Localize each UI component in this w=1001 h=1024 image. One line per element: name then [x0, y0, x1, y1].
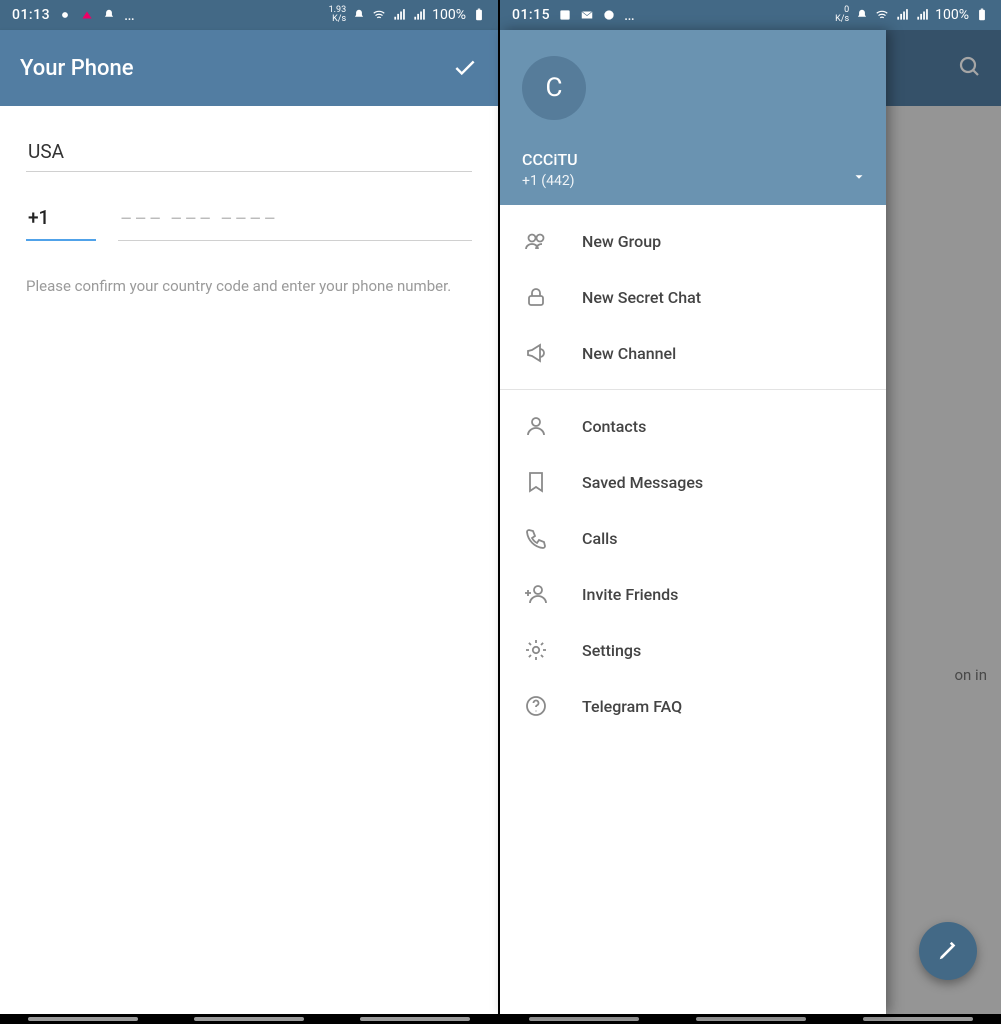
- menu-item-label: Calls: [582, 529, 617, 548]
- menu-item-calls[interactable]: Calls: [500, 510, 886, 566]
- status-time: 01:13: [12, 7, 50, 23]
- settings-icon: [524, 638, 548, 662]
- menu-item-label: Settings: [582, 641, 641, 660]
- android-navbar-right: [500, 1014, 1001, 1024]
- gallery-icon: [558, 8, 572, 22]
- status-more-icon: [624, 7, 635, 24]
- menu-item-label: Contacts: [582, 417, 646, 436]
- new-channel-icon: [524, 341, 548, 365]
- saved-icon: [524, 470, 548, 494]
- status-app-icon-2: [80, 8, 94, 22]
- menu-item-faq[interactable]: Telegram FAQ: [500, 678, 886, 734]
- avatar[interactable]: C: [522, 56, 586, 120]
- page-title: Your Phone: [20, 56, 133, 81]
- wifi-icon: [875, 8, 889, 22]
- menu-item-settings[interactable]: Settings: [500, 622, 886, 678]
- phone-number-field[interactable]: ––– ––– ––––: [118, 201, 472, 241]
- menu-item-label: New Secret Chat: [582, 288, 701, 307]
- body-left: USA +1 ––– ––– –––– Please confirm your …: [0, 106, 498, 1024]
- nav-back[interactable]: [863, 1017, 973, 1021]
- nav-recent[interactable]: [529, 1017, 639, 1021]
- mail-icon: [580, 8, 594, 22]
- battery-text: 100%: [432, 7, 466, 23]
- menu-item-label: New Group: [582, 232, 661, 251]
- statusbar-left: 01:13 1.93K/s 100%: [0, 0, 498, 30]
- country-code-field[interactable]: +1: [26, 200, 96, 241]
- status-mute-icon: [102, 8, 116, 22]
- menu-item-new-group[interactable]: New Group: [500, 213, 886, 269]
- menu-item-new-channel[interactable]: New Channel: [500, 325, 886, 381]
- nav-recent[interactable]: [28, 1017, 138, 1021]
- menu-item-label: Invite Friends: [582, 585, 678, 604]
- signal-icon-2: [915, 8, 929, 22]
- navigation-drawer: C CCCiTU +1 (442) New Group New Secret Ch…: [500, 30, 886, 1014]
- nav-home[interactable]: [194, 1017, 304, 1021]
- chevron-down-icon[interactable]: [852, 169, 866, 183]
- android-navbar-left: [0, 1014, 498, 1024]
- battery-text: 100%: [935, 7, 969, 23]
- menu-item-label: New Channel: [582, 344, 676, 363]
- menu-item-saved[interactable]: Saved Messages: [500, 454, 886, 510]
- battery-icon: [975, 8, 989, 22]
- battery-icon: [472, 8, 486, 22]
- faq-icon: [524, 694, 548, 718]
- drawer-menu: New Group New Secret Chat New Channel Cont…: [500, 205, 886, 1014]
- secret-chat-icon: [524, 285, 548, 309]
- phone-left: 01:13 1.93K/s 100% Your Phone: [0, 0, 500, 1024]
- calls-icon: [524, 526, 548, 550]
- new-group-icon: [524, 229, 548, 253]
- menu-item-contacts[interactable]: Contacts: [500, 398, 886, 454]
- drawer-phone: +1 (442): [522, 173, 864, 189]
- chat-icon: [602, 8, 616, 22]
- country-field[interactable]: USA: [26, 130, 472, 172]
- nav-home[interactable]: [696, 1017, 806, 1021]
- signal-icon: [895, 8, 909, 22]
- menu-separator: [500, 389, 886, 390]
- hint-text: Please confirm your country code and ent…: [26, 275, 472, 297]
- status-app-icon: [58, 8, 72, 22]
- status-time: 01:15: [512, 7, 550, 23]
- contacts-icon: [524, 414, 548, 438]
- signal-icon: [392, 8, 406, 22]
- confirm-icon[interactable]: [452, 55, 478, 81]
- menu-item-secret-chat[interactable]: New Secret Chat: [500, 269, 886, 325]
- menu-item-label: Saved Messages: [582, 473, 703, 492]
- drawer-username: CCCiTU: [522, 150, 864, 169]
- signal-icon-2: [412, 8, 426, 22]
- menu-item-label: Telegram FAQ: [582, 697, 682, 716]
- phone-right: 01:15 0K/s 100% on in: [500, 0, 1001, 1024]
- drawer-header[interactable]: C CCCiTU +1 (442): [500, 30, 886, 205]
- vibrate-icon: [352, 8, 366, 22]
- compose-fab[interactable]: [919, 922, 977, 980]
- menu-item-invite[interactable]: Invite Friends: [500, 566, 886, 622]
- invite-icon: [524, 582, 548, 606]
- status-more-icon: [124, 7, 135, 24]
- vibrate-icon: [855, 8, 869, 22]
- nav-back[interactable]: [360, 1017, 470, 1021]
- statusbar-right: 01:15 0K/s 100%: [500, 0, 1001, 30]
- wifi-icon: [372, 8, 386, 22]
- actionbar-left: Your Phone: [0, 30, 498, 106]
